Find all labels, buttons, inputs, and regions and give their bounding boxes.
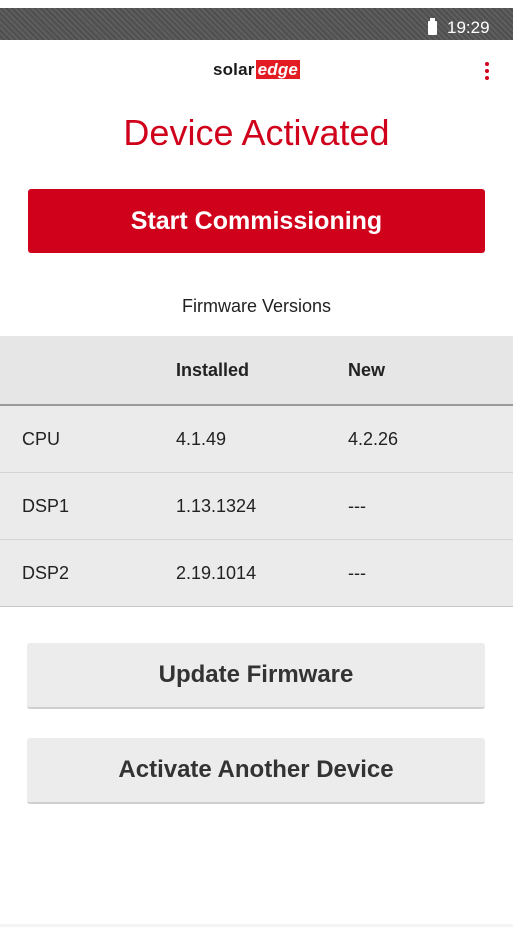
table-row: CPU 4.1.49 4.2.26 <box>0 405 513 473</box>
more-vert-icon[interactable] <box>480 62 494 84</box>
logo-text-solar: solar <box>212 60 255 79</box>
page-title: Device Activated <box>123 112 390 153</box>
installed-version: 1.13.1324 <box>176 472 348 540</box>
component-name: DSP2 <box>0 539 176 607</box>
column-header-component <box>0 336 176 406</box>
table-row: DSP2 2.19.1014 --- <box>0 539 513 607</box>
component-name: CPU <box>0 405 176 473</box>
new-version: --- <box>348 472 513 540</box>
new-version: 4.2.26 <box>348 405 513 473</box>
installed-version: 4.1.49 <box>176 405 348 473</box>
start-commissioning-button[interactable]: Start Commissioning <box>28 189 485 253</box>
column-header-installed: Installed <box>176 336 348 406</box>
table-row: DSP1 1.13.1324 --- <box>0 472 513 540</box>
top-strip <box>0 0 513 8</box>
status-time: 19:29 <box>447 18 490 37</box>
component-name: DSP1 <box>0 472 176 540</box>
table-header-row: Installed New <box>0 336 513 406</box>
solaredge-logo: solar edge <box>0 60 513 80</box>
battery-icon <box>428 18 437 35</box>
update-firmware-button[interactable]: Update Firmware <box>27 643 485 709</box>
status-bar: 19:29 <box>0 8 513 40</box>
installed-version: 2.19.1014 <box>176 539 348 607</box>
firmware-table: Installed New CPU 4.1.49 4.2.26 DSP1 1.1… <box>0 336 513 607</box>
firmware-versions-title: Firmware Versions <box>181 296 332 316</box>
activate-another-device-button[interactable]: Activate Another Device <box>27 738 485 804</box>
new-version: --- <box>348 539 513 607</box>
column-header-new: New <box>348 336 513 406</box>
logo-text-edge: edge <box>255 60 301 79</box>
